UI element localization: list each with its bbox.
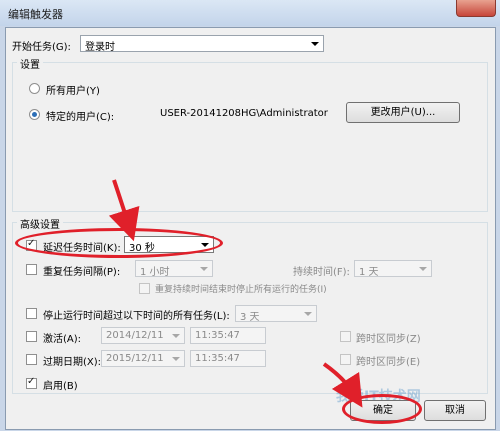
arrow-to-delay: [108, 179, 140, 242]
window-title: 编辑触发器: [8, 8, 63, 21]
title-bar: 编辑触发器: [0, 0, 500, 26]
close-button[interactable]: [456, 0, 496, 17]
dialog-body: 开始任务(G): 登录时 设置 所有用户(Y) 特定的用户(C): USER-2…: [5, 27, 496, 430]
arrow-to-ok: [322, 362, 363, 408]
annotation-arrows: [108, 179, 363, 408]
